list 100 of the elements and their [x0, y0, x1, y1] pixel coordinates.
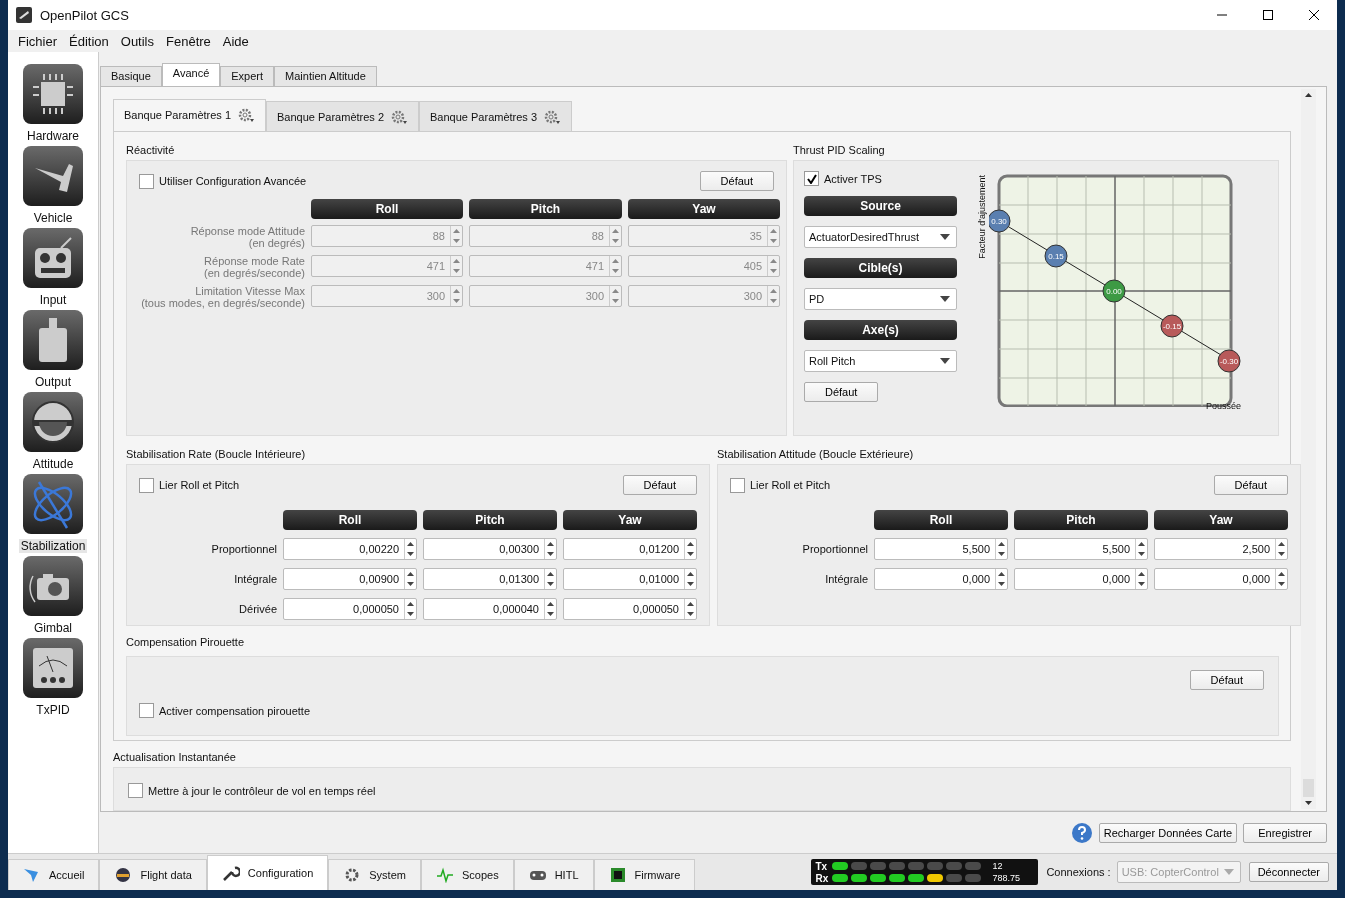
spin-field[interactable]: 0,00220 — [283, 538, 417, 560]
default-button[interactable]: Défaut — [804, 382, 879, 402]
default-button[interactable]: Défaut — [699, 171, 774, 191]
mode-tab[interactable]: HITL — [513, 859, 594, 890]
mode-tab[interactable]: System — [328, 859, 421, 890]
control-point[interactable]: -0.15 — [1160, 314, 1184, 338]
meter-icon — [23, 638, 83, 698]
control-point[interactable]: -0.30 — [1217, 349, 1241, 373]
spinner-icon — [1135, 539, 1147, 559]
spin-field[interactable]: 0,000 — [874, 568, 1008, 590]
checkbox[interactable]: Lier Roll et Pitch — [139, 477, 240, 493]
spin-field[interactable]: 2,500 — [1154, 538, 1288, 560]
help-icon[interactable] — [1070, 821, 1093, 844]
default-button[interactable]: Défaut — [1189, 670, 1264, 690]
checkbox[interactable]: Activer compensation pirouette — [139, 703, 311, 718]
spinner-icon — [450, 286, 462, 306]
section-header: Cible(s) — [804, 258, 957, 278]
reload-button[interactable]: Recharger Données Carte — [1098, 822, 1238, 843]
dropdown[interactable]: ActuatorDesiredThrust — [804, 226, 957, 248]
mode-tab[interactable]: Scopes — [420, 859, 514, 890]
row-label: Intégrale — [824, 573, 868, 585]
sidebar-item[interactable]: Output — [23, 310, 83, 392]
menu-item[interactable]: Aide — [216, 33, 255, 49]
spin-field[interactable]: 0,00300 — [423, 538, 557, 560]
spin-field[interactable]: 5,500 — [874, 538, 1008, 560]
spin-field[interactable]: 5,500 — [1014, 538, 1148, 560]
axis-label: Facteur d'ajustement — [977, 175, 988, 259]
caret-icon — [940, 358, 950, 364]
menu-item[interactable]: Édition — [63, 33, 115, 49]
tab[interactable]: Banque Paramètres 3 — [419, 101, 573, 131]
spin-field[interactable]: 0,01000 — [563, 568, 697, 590]
checkbox[interactable]: Utiliser Configuration Avancée — [139, 173, 307, 189]
default-button[interactable]: Défaut — [622, 475, 697, 495]
sidebar-item[interactable]: Gimbal — [23, 556, 83, 638]
mode-tab[interactable]: Firmware — [593, 859, 696, 890]
menu-item[interactable]: Fichier — [12, 33, 63, 49]
group-title: Actualisation Instantanée — [113, 751, 237, 765]
column-header: Pitch — [1014, 510, 1148, 530]
connection-label: Connexions : — [1046, 866, 1111, 878]
tab[interactable]: Avancé — [161, 63, 221, 86]
sidebar-item[interactable]: Input — [23, 228, 83, 310]
spin-field[interactable]: 0,000040 — [423, 598, 557, 620]
column-header: Pitch — [423, 510, 557, 530]
menu-item[interactable]: Fenêtre — [160, 33, 217, 49]
tab[interactable]: Expert — [220, 66, 275, 86]
dropdown[interactable]: Roll Pitch — [804, 350, 957, 372]
tab[interactable]: Banque Paramètres 1 — [113, 99, 266, 131]
save-button[interactable]: Enregistrer — [1243, 822, 1327, 843]
mode-tab[interactable]: Configuration — [206, 855, 329, 890]
spin-field[interactable]: 0,000050 — [283, 598, 417, 620]
tx-rate: 12 — [991, 861, 1004, 871]
spinner-icon — [609, 286, 621, 306]
mode-tab[interactable]: Flight data — [99, 859, 207, 890]
group-title: Stabilisation Attitude (Boucle Extérieure) — [717, 448, 915, 462]
spin-field[interactable]: 0,000 — [1014, 568, 1148, 590]
spin-field[interactable]: 0,01200 — [563, 538, 697, 560]
section-header: Source — [804, 196, 957, 216]
spinner-icon — [404, 569, 416, 589]
menu-item[interactable]: Outils — [114, 33, 160, 49]
spinner-icon — [544, 569, 556, 589]
scrollbar[interactable] — [1301, 89, 1316, 809]
app-logo-icon — [16, 7, 32, 23]
caret-icon — [940, 296, 950, 302]
camera-icon — [23, 556, 83, 616]
default-button[interactable]: Défaut — [1213, 475, 1288, 495]
spin-field[interactable]: 0,01300 — [423, 568, 557, 590]
group-title: Stabilisation Rate (Boucle Intérieure) — [126, 448, 307, 462]
caret-icon — [1223, 869, 1234, 875]
spin-field[interactable]: 0,00900 — [283, 568, 417, 590]
spinner-icon — [995, 539, 1007, 559]
sidebar-item[interactable]: Stabilization — [18, 474, 88, 556]
jet-icon — [23, 146, 83, 206]
row-label: Proportionnel — [801, 543, 868, 555]
tab[interactable]: Basique — [100, 66, 162, 86]
sidebar-item[interactable]: Vehicle — [23, 146, 83, 228]
spinner-icon — [1135, 569, 1147, 589]
tab[interactable]: Maintien Altitude — [274, 66, 377, 86]
sidebar-item[interactable]: Hardware — [23, 64, 83, 146]
control-point[interactable]: 0.00 — [1102, 279, 1126, 303]
checkbox[interactable]: Activer TPS — [804, 171, 957, 186]
wave-icon — [435, 867, 454, 883]
spinner-icon — [609, 226, 621, 246]
control-point[interactable]: 0.30 — [989, 209, 1011, 233]
row-label: Proportionnel — [210, 543, 277, 555]
tab[interactable]: Banque Paramètres 2 — [266, 101, 420, 131]
sidebar-item[interactable]: TxPID — [23, 638, 83, 720]
spinner-icon — [544, 599, 556, 619]
group-title: Compensation Pirouette — [126, 636, 245, 650]
dropdown[interactable]: PD — [804, 288, 957, 310]
spin-field[interactable]: 0,000 — [1154, 568, 1288, 590]
checkbox[interactable]: Lier Roll et Pitch — [730, 477, 831, 493]
spinner-icon — [684, 539, 696, 559]
row-label: Intégrale — [233, 573, 277, 585]
rx-label: Rx — [815, 872, 830, 884]
mode-tab[interactable]: Accueil — [8, 859, 100, 890]
spin-field[interactable]: 0,000050 — [563, 598, 697, 620]
control-point[interactable]: 0.15 — [1044, 244, 1068, 268]
column-header: Yaw — [563, 510, 697, 530]
spinner-icon — [995, 569, 1007, 589]
sidebar-item[interactable]: Attitude — [23, 392, 83, 474]
